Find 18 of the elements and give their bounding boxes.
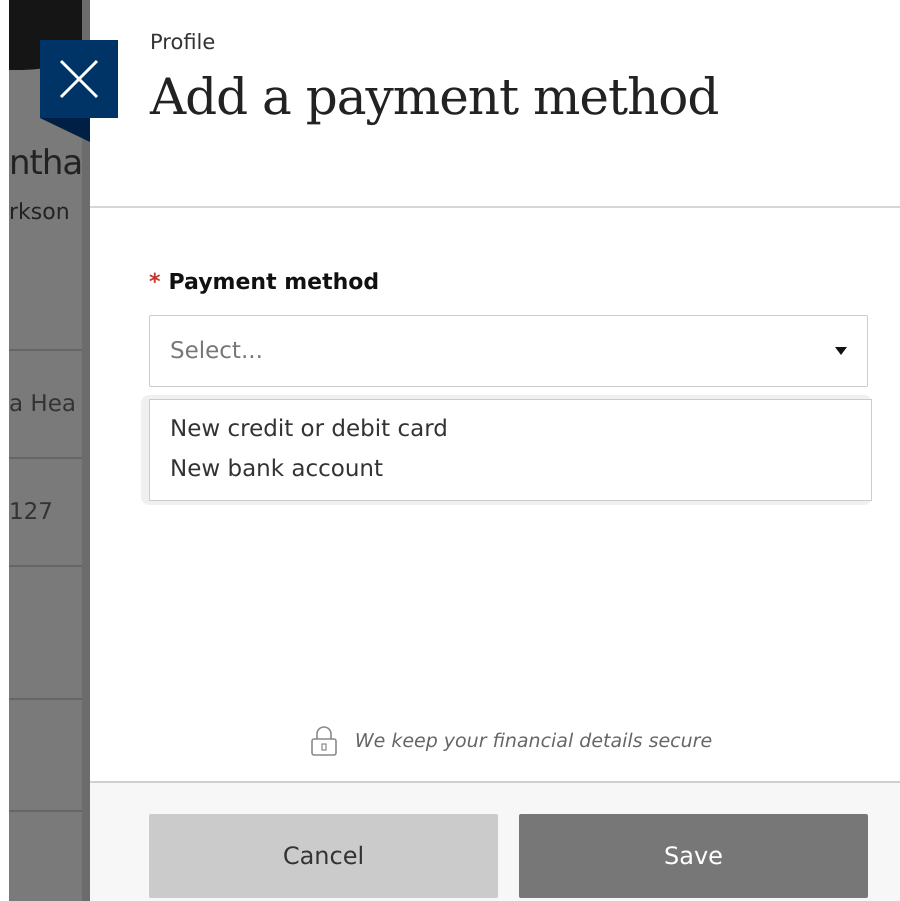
- background-text: 127: [9, 499, 53, 525]
- caret-icon: [835, 347, 847, 355]
- background-subtitle: rkson: [9, 200, 70, 225]
- panel-title: Add a payment method: [150, 68, 720, 126]
- breadcrumb: Profile: [150, 30, 216, 54]
- fold-icon: [40, 118, 90, 142]
- lock-icon: [308, 725, 339, 757]
- required-mark: *: [149, 270, 161, 295]
- select-field[interactable]: Select...: [149, 315, 868, 387]
- close-button[interactable]: [40, 40, 118, 118]
- security-note: We keep your financial details secure: [354, 730, 712, 752]
- background-text: a Hea: [9, 391, 76, 417]
- cancel-button[interactable]: Cancel: [149, 814, 498, 898]
- field-label: Payment method: [168, 270, 380, 295]
- background-name: ntha: [9, 146, 82, 180]
- save-button[interactable]: Save: [519, 814, 868, 898]
- dropdown-option[interactable]: New credit or debit card: [150, 410, 871, 450]
- dropdown-option[interactable]: New bank account: [150, 450, 871, 490]
